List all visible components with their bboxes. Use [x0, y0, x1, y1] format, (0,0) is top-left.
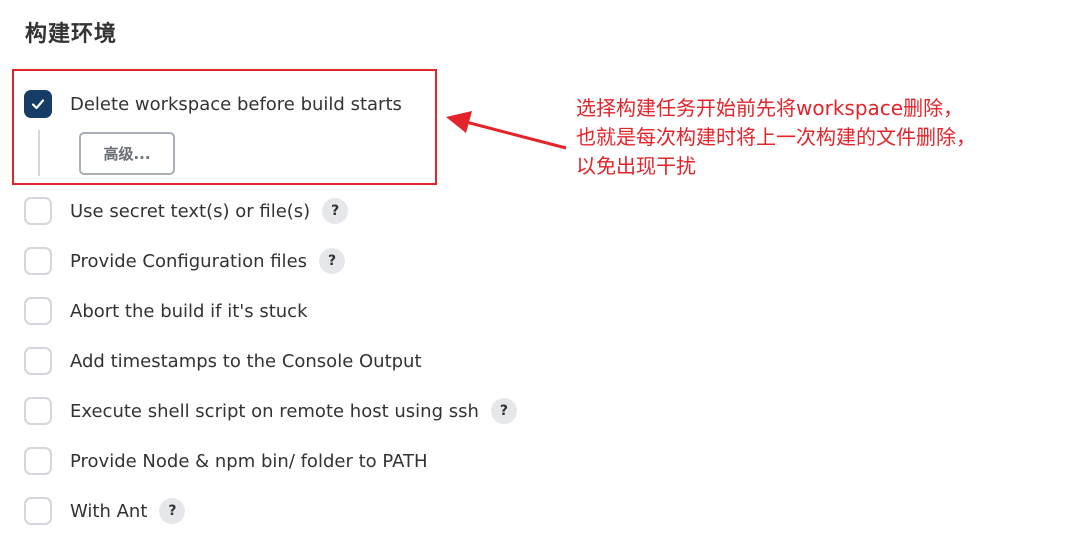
section-title: 构建环境 — [25, 22, 118, 47]
annotation-text: 选择构建任务开始前先将workspace删除， 也就是每次构建时将上一次构建的文… — [576, 94, 976, 181]
option-label: Execute shell script on remote host usin… — [70, 400, 479, 422]
option-abort-if-stuck[interactable]: Abort the build if it's stuck — [24, 295, 308, 327]
help-icon[interactable]: ? — [319, 248, 346, 274]
option-add-timestamps[interactable]: Add timestamps to the Console Output — [24, 345, 422, 377]
option-label: Abort the build if it's stuck — [70, 300, 308, 322]
help-icon[interactable]: ? — [490, 398, 517, 424]
with-ant-checkbox[interactable] — [24, 497, 52, 525]
annotation-highlight-box — [12, 69, 437, 185]
option-ssh-script[interactable]: Execute shell script on remote host usin… — [24, 395, 517, 427]
option-label: Use secret text(s) or file(s) — [70, 200, 311, 222]
annotation-line: 也就是每次构建时将上一次构建的文件删除， — [576, 125, 976, 149]
option-label: With Ant — [70, 500, 148, 522]
abort-if-stuck-checkbox[interactable] — [24, 297, 52, 325]
annotation-line: 以免出现干扰 — [576, 154, 696, 178]
option-label: Delete workspace before build starts — [70, 93, 402, 115]
annotation-line: 选择构建任务开始前先将workspace删除， — [576, 96, 964, 120]
option-label: Provide Configuration files — [70, 250, 308, 272]
option-label: Add timestamps to the Console Output — [70, 350, 422, 372]
option-provide-config-files[interactable]: Provide Configuration files ? — [24, 245, 346, 277]
delete-workspace-checkbox[interactable] — [24, 90, 52, 118]
node-npm-path-checkbox[interactable] — [24, 447, 52, 475]
help-icon[interactable]: ? — [159, 498, 186, 524]
build-environment-page: 构建环境 Delete workspace before build start… — [0, 0, 1079, 549]
add-timestamps-checkbox[interactable] — [24, 347, 52, 375]
provide-config-files-checkbox[interactable] — [24, 247, 52, 275]
checkmark-icon — [31, 99, 45, 110]
option-use-secret[interactable]: Use secret text(s) or file(s) ? — [24, 195, 349, 227]
advanced-button[interactable]: 高级... — [79, 132, 175, 175]
nested-section-divider — [38, 130, 40, 176]
option-delete-workspace[interactable]: Delete workspace before build starts — [24, 88, 402, 120]
ssh-script-checkbox[interactable] — [24, 397, 52, 425]
option-node-npm-path[interactable]: Provide Node & npm bin/ folder to PATH — [24, 445, 428, 477]
option-with-ant[interactable]: With Ant ? — [24, 495, 186, 527]
help-icon[interactable]: ? — [322, 198, 349, 224]
option-label: Provide Node & npm bin/ folder to PATH — [70, 450, 428, 472]
use-secret-checkbox[interactable] — [24, 197, 52, 225]
